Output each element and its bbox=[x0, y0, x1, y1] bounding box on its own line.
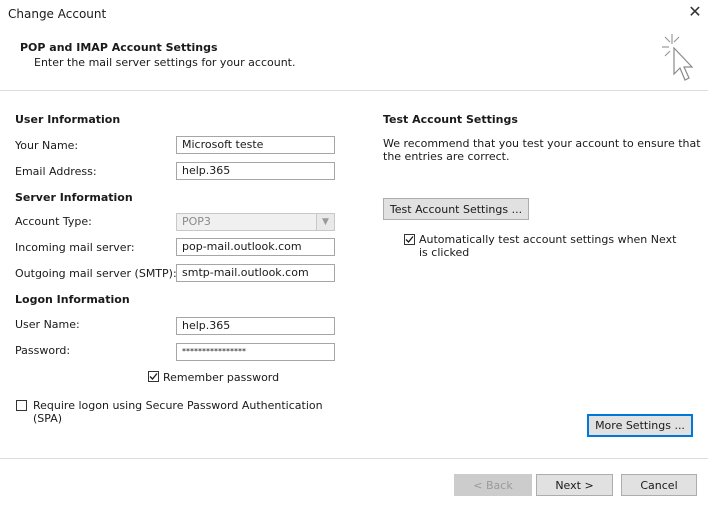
outgoing-server-label: Outgoing mail server (SMTP): bbox=[15, 267, 177, 280]
header-title: POP and IMAP Account Settings bbox=[20, 41, 218, 54]
password-label: Password: bbox=[15, 344, 71, 357]
user-info-heading: User Information bbox=[15, 113, 121, 126]
account-type-value: POP3 bbox=[182, 215, 211, 228]
remember-password-checkbox[interactable] bbox=[148, 371, 159, 382]
email-field[interactable]: help.365 bbox=[176, 162, 335, 180]
chevron-down-icon: ▼ bbox=[316, 214, 334, 230]
spa-label-line2[interactable]: (SPA) bbox=[33, 412, 62, 425]
incoming-server-field[interactable]: pop-mail.outlook.com bbox=[176, 238, 335, 256]
test-desc-line2: the entries are correct. bbox=[383, 150, 510, 163]
test-settings-heading: Test Account Settings bbox=[383, 113, 518, 126]
checkmark-icon bbox=[405, 236, 414, 243]
back-button[interactable]: < Back bbox=[454, 474, 532, 496]
wizard-sparkle-cursor-icon bbox=[652, 28, 702, 90]
account-type-label: Account Type: bbox=[15, 215, 92, 228]
logon-info-heading: Logon Information bbox=[15, 293, 130, 306]
cancel-button[interactable]: Cancel bbox=[621, 474, 697, 496]
spa-checkbox[interactable] bbox=[16, 400, 27, 411]
auto-test-label-line1[interactable]: Automatically test account settings when… bbox=[419, 233, 676, 246]
test-desc-line1: We recommend that you test your account … bbox=[383, 137, 701, 150]
header-divider bbox=[0, 90, 708, 91]
test-account-settings-button[interactable]: Test Account Settings ... bbox=[383, 198, 529, 220]
close-icon[interactable]: ✕ bbox=[686, 3, 704, 21]
server-info-heading: Server Information bbox=[15, 191, 133, 204]
password-field[interactable]: **************** bbox=[176, 343, 335, 361]
header-subtitle: Enter the mail server settings for your … bbox=[34, 56, 296, 69]
your-name-label: Your Name: bbox=[15, 139, 79, 152]
window-title: Change Account bbox=[8, 7, 107, 21]
spa-label-line1[interactable]: Require logon using Secure Password Auth… bbox=[33, 399, 323, 412]
next-button[interactable]: Next > bbox=[536, 474, 613, 496]
your-name-field[interactable]: Microsoft teste bbox=[176, 136, 335, 154]
footer-divider bbox=[0, 458, 708, 459]
username-field[interactable]: help.365 bbox=[176, 317, 335, 335]
remember-password-label[interactable]: Remember password bbox=[163, 371, 279, 384]
username-label: User Name: bbox=[15, 318, 80, 331]
auto-test-label-line2[interactable]: is clicked bbox=[419, 246, 469, 259]
outgoing-server-field[interactable]: smtp-mail.outlook.com bbox=[176, 264, 335, 282]
email-label: Email Address: bbox=[15, 165, 97, 178]
incoming-server-label: Incoming mail server: bbox=[15, 241, 135, 254]
auto-test-checkbox[interactable] bbox=[404, 234, 415, 245]
more-settings-button[interactable]: More Settings ... bbox=[587, 414, 693, 437]
checkmark-icon bbox=[149, 373, 158, 380]
account-type-select: POP3 ▼ bbox=[176, 213, 335, 231]
